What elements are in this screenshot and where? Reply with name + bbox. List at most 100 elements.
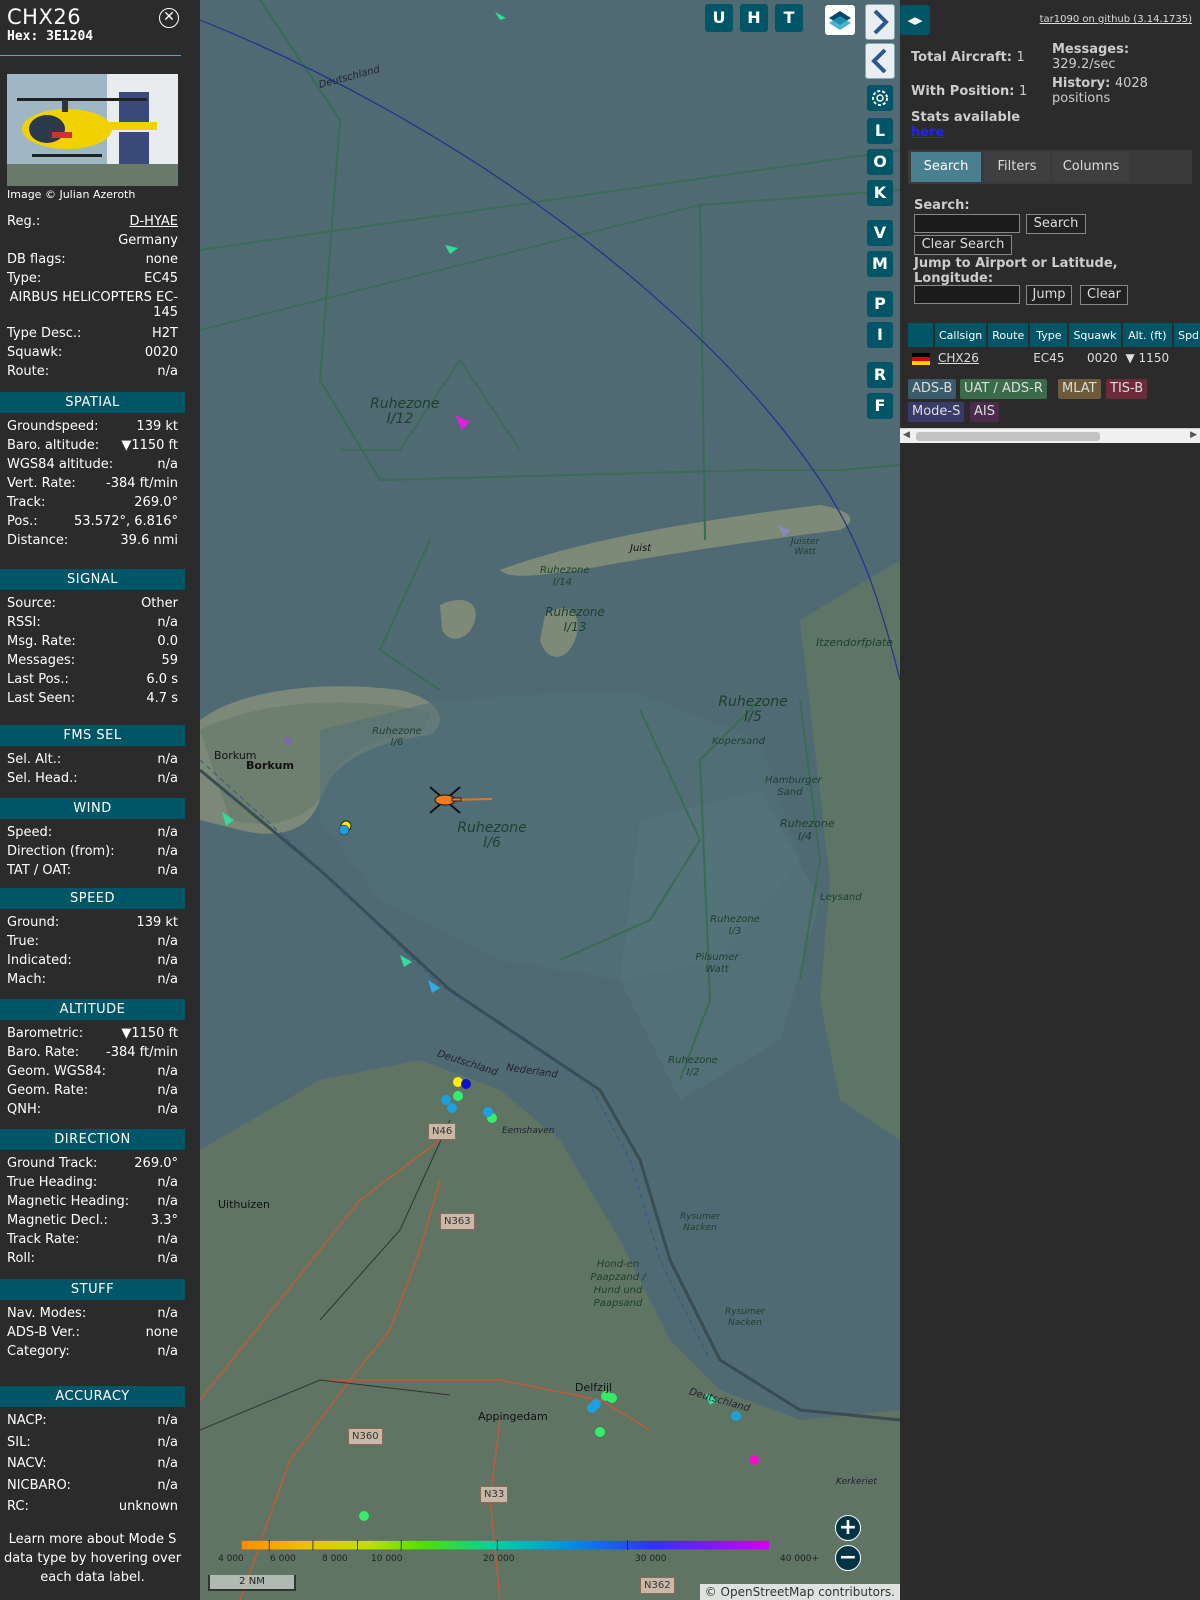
- clear-search-button[interactable]: Clear Search: [914, 235, 1012, 255]
- detail-key[interactable]: Geom. Rate:: [7, 1083, 88, 1098]
- openstreetmap-link[interactable]: OpenStreetMap: [721, 1585, 815, 1599]
- detail-key[interactable]: Ground:: [7, 915, 59, 930]
- detail-key[interactable]: True:: [7, 934, 39, 949]
- detail-key[interactable]: Mach:: [7, 972, 46, 987]
- detail-key[interactable]: WGS84 altitude:: [7, 457, 113, 472]
- scroll-left-arrow-icon[interactable]: ◀: [903, 430, 910, 440]
- github-link[interactable]: tar1090 on github (3.14.1735): [1040, 14, 1192, 25]
- stats-here-link[interactable]: here: [911, 125, 1020, 140]
- search-button[interactable]: Search: [1026, 214, 1086, 234]
- tab-search[interactable]: Search: [911, 152, 981, 182]
- detail-key[interactable]: Baro. altitude:: [7, 438, 99, 453]
- detail-key[interactable]: Messages:: [7, 653, 75, 668]
- close-icon[interactable]: ✕: [159, 8, 179, 28]
- jump-input[interactable]: [914, 285, 1020, 304]
- sidebar-width-toggle-button[interactable]: ◂▸: [900, 5, 930, 35]
- column-header-callsign[interactable]: Callsign: [934, 323, 989, 347]
- column-header-altitude[interactable]: Alt. (ft): [1121, 323, 1175, 347]
- tab-columns[interactable]: Columns: [1053, 152, 1129, 182]
- table-row[interactable]: CHX26 EC45 0020 ▼ 1150: [908, 347, 1200, 369]
- scroll-right-arrow-icon[interactable]: ▶: [1190, 430, 1197, 440]
- table-horizontal-scrollbar[interactable]: ◀ ▶: [900, 428, 1200, 443]
- detail-key[interactable]: Track Rate:: [7, 1232, 79, 1247]
- detail-row: Indicated: n/a: [0, 953, 185, 972]
- row-altitude: ▼ 1150: [1125, 351, 1170, 365]
- detail-key[interactable]: Msg. Rate:: [7, 634, 76, 649]
- tab-filters[interactable]: Filters: [984, 152, 1050, 182]
- detail-key[interactable]: Distance:: [7, 533, 68, 548]
- column-header-route[interactable]: Route: [987, 323, 1031, 347]
- detail-key[interactable]: Vert. Rate:: [7, 476, 76, 491]
- zoom-out-button[interactable]: −: [835, 1545, 861, 1571]
- jump-button[interactable]: Jump: [1026, 285, 1072, 305]
- toggle-m-button[interactable]: M: [867, 251, 893, 277]
- layers-button[interactable]: [825, 5, 855, 35]
- detail-value: n/a: [157, 844, 178, 859]
- detail-key[interactable]: Sel. Head.:: [7, 771, 78, 786]
- detail-key[interactable]: Magnetic Heading:: [7, 1194, 129, 1209]
- detail-key[interactable]: RC:: [7, 1499, 29, 1514]
- search-input[interactable]: [914, 214, 1020, 233]
- detail-key[interactable]: Last Seen:: [7, 691, 75, 706]
- toggle-p-button[interactable]: P: [867, 291, 893, 317]
- selected-aircraft-helicopter-icon[interactable]: [428, 785, 462, 815]
- detail-key[interactable]: Magnetic Decl.:: [7, 1213, 108, 1228]
- toggle-h-button[interactable]: H: [740, 4, 768, 32]
- toggle-u-button[interactable]: U: [705, 4, 733, 32]
- column-header-squawk[interactable]: Squawk: [1068, 323, 1123, 347]
- detail-key[interactable]: SIL:: [7, 1435, 31, 1450]
- detail-key[interactable]: ADS-B Ver.:: [7, 1325, 80, 1340]
- detail-key[interactable]: Groundspeed:: [7, 419, 98, 434]
- detail-key[interactable]: Roll:: [7, 1251, 35, 1266]
- detail-key[interactable]: NACP:: [7, 1413, 47, 1428]
- row-callsign[interactable]: CHX26: [934, 347, 987, 369]
- detail-key[interactable]: RSSI:: [7, 615, 41, 630]
- toggle-k-button[interactable]: K: [867, 180, 893, 206]
- detail-key[interactable]: Category:: [7, 1344, 70, 1359]
- detail-value: Other: [141, 596, 178, 611]
- detail-key[interactable]: Source:: [7, 596, 56, 611]
- row-speed: [1173, 347, 1200, 369]
- detail-key[interactable]: Nav. Modes:: [7, 1306, 86, 1321]
- map-label-borkum-b: Borkum: [246, 759, 294, 772]
- detail-key[interactable]: Indicated:: [7, 953, 72, 968]
- detail-value: n/a: [157, 972, 178, 987]
- detail-key[interactable]: Sel. Alt.:: [7, 752, 61, 767]
- map-view[interactable]: Deutschland Ruhezone I/12 Juist Ruhezone…: [200, 0, 900, 1600]
- detail-key[interactable]: Pos.:: [7, 514, 38, 529]
- toggle-t-button[interactable]: T: [775, 4, 803, 32]
- detail-key[interactable]: NICBARO:: [7, 1478, 71, 1493]
- detail-key[interactable]: Speed:: [7, 825, 52, 840]
- detail-key[interactable]: NACV:: [7, 1456, 47, 1471]
- column-header-speed[interactable]: Spd: [1173, 323, 1200, 347]
- detail-key[interactable]: Geom. WGS84:: [7, 1064, 106, 1079]
- detail-key[interactable]: QNH:: [7, 1102, 41, 1117]
- aircraft-photo[interactable]: [7, 74, 178, 186]
- expand-sidebar-button[interactable]: [865, 4, 895, 40]
- toggle-o-button[interactable]: O: [867, 149, 893, 175]
- toggle-v-button[interactable]: V: [867, 220, 893, 246]
- detail-row: Track: 269.0°: [0, 495, 185, 514]
- column-header-type[interactable]: Type: [1029, 323, 1070, 347]
- collapse-sidebar-button[interactable]: [865, 43, 895, 79]
- detail-key[interactable]: Ground Track:: [7, 1156, 97, 1171]
- detail-key[interactable]: Direction (from):: [7, 844, 115, 859]
- column-header-flag[interactable]: [908, 323, 935, 347]
- detail-key[interactable]: Track:: [7, 495, 45, 510]
- settings-button[interactable]: [867, 85, 893, 111]
- detail-value: n/a: [157, 1175, 178, 1190]
- toggle-f-button[interactable]: F: [867, 393, 893, 419]
- detail-key[interactable]: Barometric:: [7, 1026, 83, 1041]
- horizontal-scrollbar-thumb[interactable]: [916, 432, 1100, 441]
- registration-link[interactable]: D-HYAE: [129, 214, 178, 229]
- detail-key[interactable]: TAT / OAT:: [7, 863, 71, 878]
- clear-jump-button[interactable]: Clear: [1080, 285, 1128, 305]
- zoom-in-button[interactable]: +: [835, 1515, 861, 1541]
- toggle-l-button[interactable]: L: [867, 118, 893, 144]
- toggle-r-button[interactable]: R: [867, 362, 893, 388]
- detail-key[interactable]: Last Pos.:: [7, 672, 69, 687]
- detail-key[interactable]: Baro. Rate:: [7, 1045, 79, 1060]
- toggle-i-button[interactable]: I: [867, 322, 893, 348]
- detail-key[interactable]: True Heading:: [7, 1175, 97, 1190]
- altitude-scale-tick: 20 000: [483, 1554, 515, 1564]
